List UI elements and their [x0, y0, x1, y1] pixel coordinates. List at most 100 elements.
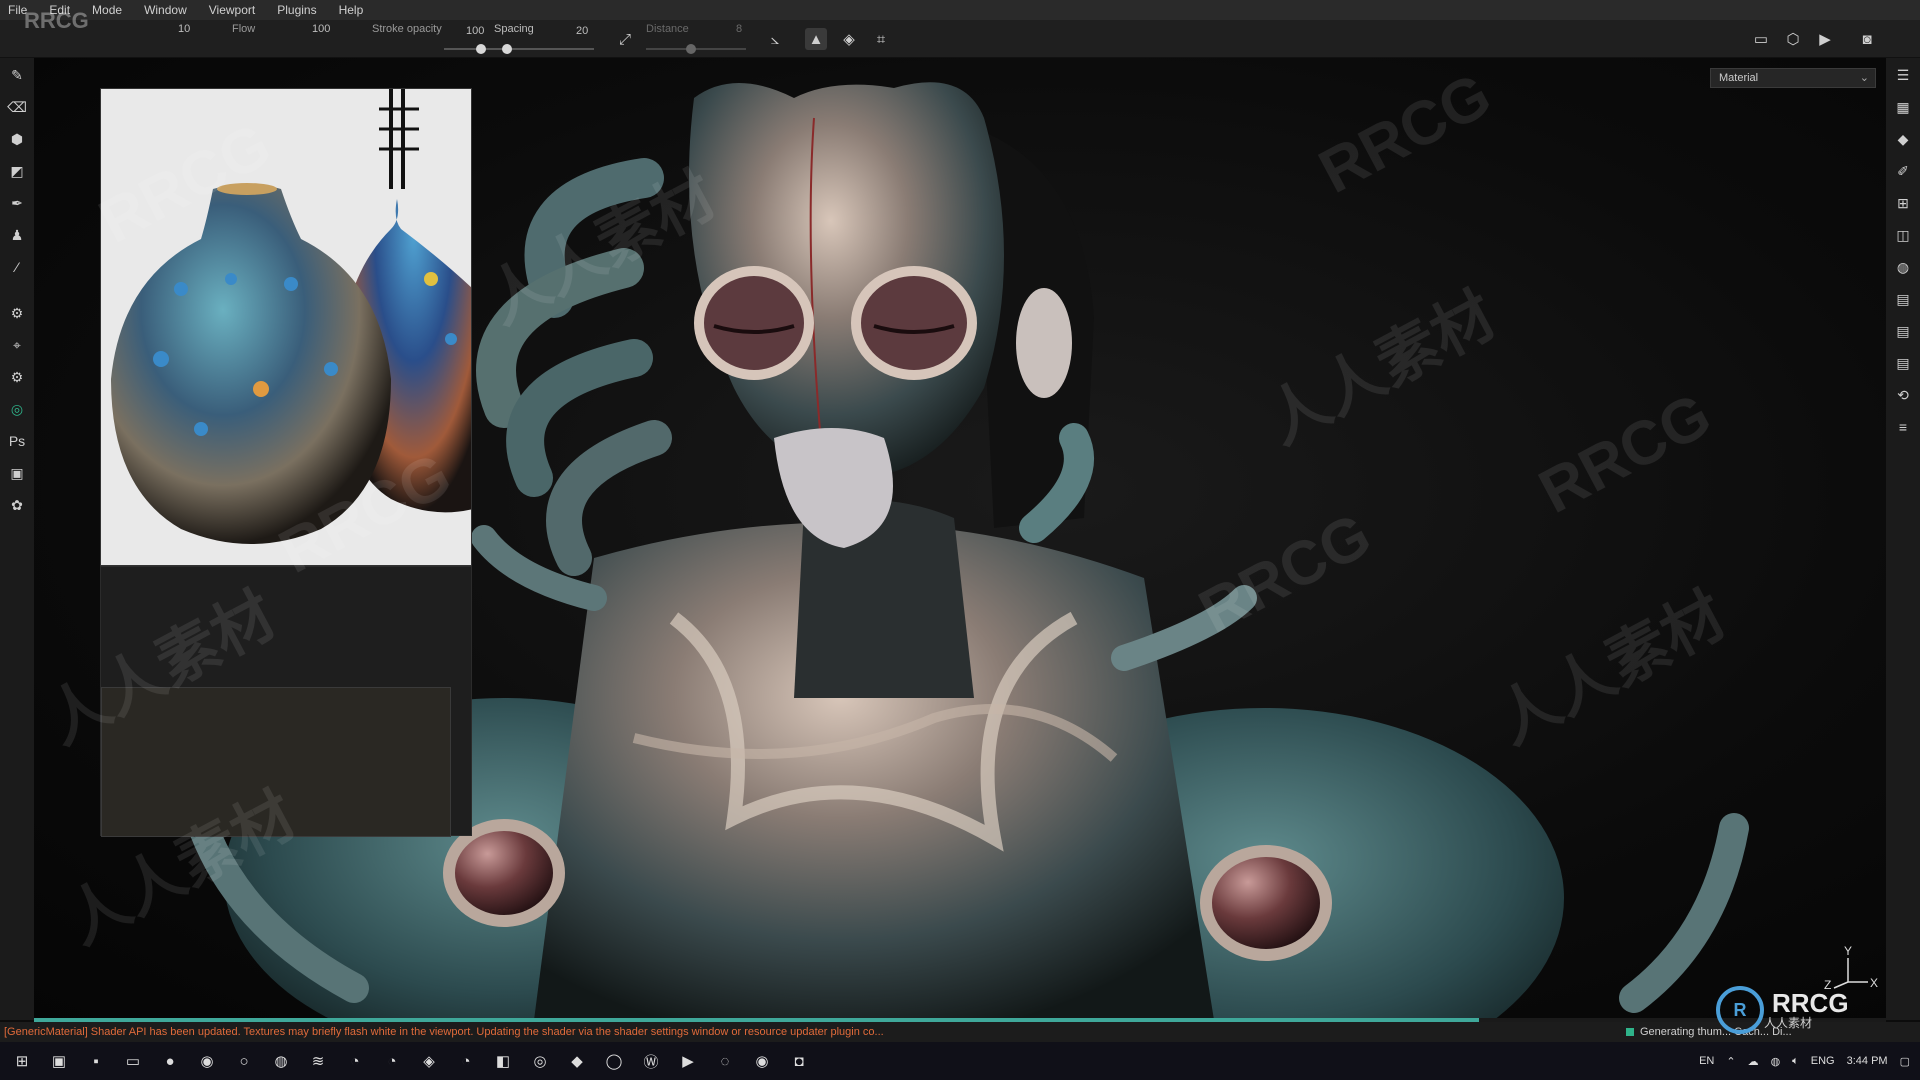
uv-icon[interactable]: ⊞	[1892, 192, 1914, 214]
blender-icon[interactable]: ◔	[340, 1046, 370, 1076]
flow-label: Flow	[232, 23, 256, 35]
clock[interactable]: 3:44 PM	[1847, 1055, 1888, 1067]
lazy-mouse-icon[interactable]: ⦣	[764, 28, 786, 50]
tray-chevron-icon[interactable]: ⌃	[1726, 1055, 1735, 1068]
camera-icon[interactable]: ▶	[1814, 28, 1836, 50]
menu-bar: File Edit Mode Window Viewport Plugins H…	[0, 0, 1920, 20]
status-bar: [GenericMaterial] Shader API has been up…	[0, 1022, 1920, 1042]
app-icon[interactable]: ◘	[784, 1046, 814, 1076]
materials-icon[interactable]: ▦	[1892, 96, 1914, 118]
eraser-icon[interactable]: ⌫	[6, 96, 28, 118]
app-icon[interactable]: ◎	[525, 1046, 555, 1076]
app-icon[interactable]: ●	[155, 1046, 185, 1076]
export-icon[interactable]: ▣	[6, 462, 28, 484]
transform-icon[interactable]: ⌗	[870, 28, 892, 50]
distance-value: 8	[736, 23, 743, 35]
mirror-icon[interactable]: ◈	[838, 28, 860, 50]
task-view-icon[interactable]: ▣	[44, 1046, 74, 1076]
size-value: 10	[178, 23, 191, 35]
photoshop-icon[interactable]: Ps	[6, 430, 28, 452]
stroke-opacity-slider[interactable]	[444, 44, 494, 54]
app-icon[interactable]: ○	[229, 1046, 259, 1076]
grid-icon[interactable]: ▤	[1892, 288, 1914, 310]
cube-icon[interactable]: ⬡	[1782, 28, 1804, 50]
app-icon[interactable]: ◉	[747, 1046, 777, 1076]
3d-viewport[interactable]: RRCG 人人素材 RRCG 人人素材 RRCG 人人素材 RRCG 人人素材 …	[34, 58, 1886, 1020]
reference-image-panel[interactable]	[100, 88, 472, 566]
sync-icon[interactable]: ◎	[6, 398, 28, 420]
volume-icon[interactable]: 🔈︎	[1792, 1055, 1799, 1068]
file-explorer-icon[interactable]: ▭	[118, 1046, 148, 1076]
start-icon[interactable]: ⊞	[7, 1046, 37, 1076]
log-icon[interactable]: ≡	[1892, 416, 1914, 438]
menu-viewport[interactable]: Viewport	[209, 3, 255, 17]
distance-slider[interactable]	[646, 44, 746, 54]
layers-icon[interactable]: ☰	[1892, 64, 1914, 86]
network-icon[interactable]: ◍	[1771, 1055, 1781, 1068]
link-icon[interactable]: ⤢	[614, 28, 636, 50]
app-icon[interactable]: ◧	[488, 1046, 518, 1076]
distance-label: Distance	[646, 23, 689, 35]
chrome-icon[interactable]: ◉	[192, 1046, 222, 1076]
slider-knob[interactable]	[476, 44, 486, 54]
reference-panel-lower	[100, 566, 472, 837]
reference-vases-image	[101, 89, 471, 565]
screenshot-icon[interactable]: ◙	[1856, 28, 1878, 50]
input-language[interactable]: EN	[1699, 1055, 1714, 1067]
menu-plugins[interactable]: Plugins	[277, 3, 316, 17]
status-message[interactable]: [GenericMaterial] Shader API has been up…	[4, 1026, 884, 1038]
plugin-icon[interactable]: ✿	[6, 494, 28, 516]
menu-help[interactable]: Help	[339, 3, 364, 17]
app-icon[interactable]: ≋	[303, 1046, 333, 1076]
chevron-down-icon: ⌄	[1859, 72, 1869, 84]
cloud-icon[interactable]: ☁	[1748, 1055, 1759, 1068]
blender-icon[interactable]: ◔	[377, 1046, 407, 1076]
projection-icon[interactable]: ⬢	[6, 128, 28, 150]
texture-set-icon[interactable]: ◫	[1892, 224, 1914, 246]
shading-mode-value: Material	[1719, 72, 1759, 84]
list-icon[interactable]: ▤	[1892, 352, 1914, 374]
environment-icon[interactable]: ◍	[1892, 256, 1914, 278]
history-icon[interactable]: ⟲	[1892, 384, 1914, 406]
brand-logo: R RRCG 人人素材	[1716, 982, 1906, 1038]
color-picker-icon[interactable]: ⁄	[6, 256, 28, 278]
menu-window[interactable]: Window	[144, 3, 187, 17]
shading-mode-dropdown[interactable]: Material ⌄	[1710, 68, 1876, 88]
bake-icon[interactable]: ⚙	[6, 302, 28, 324]
settings-icon[interactable]: ⚙	[6, 366, 28, 388]
app-icon[interactable]: ◯	[599, 1046, 629, 1076]
logo-icon: R	[1716, 986, 1764, 1034]
app-icon[interactable]: ◍	[266, 1046, 296, 1076]
app-icon[interactable]: ◌	[710, 1046, 740, 1076]
keyboard-language[interactable]: ENG	[1811, 1055, 1835, 1067]
app-icon[interactable]: ◔	[451, 1046, 481, 1076]
app-icon[interactable]: Ⓦ	[636, 1046, 666, 1076]
measure-icon[interactable]: ⌖	[6, 334, 28, 356]
left-toolbar: ✎ ⌫ ⬢ ◩ ✒ ♟ ⁄ ⚙ ⌖ ⚙ ◎ Ps ▣ ✿	[0, 58, 34, 1020]
right-panel-strip: ☰ ▦ ◆ ✐ ⊞ ◫ ◍ ▤ ▤ ▤ ⟲ ≡	[1886, 58, 1920, 1020]
slider-knob[interactable]	[502, 44, 512, 54]
brush-settings-icon[interactable]: ✐	[1892, 160, 1914, 182]
app-icon[interactable]: ◆	[562, 1046, 592, 1076]
media-player-icon[interactable]: ▶	[673, 1046, 703, 1076]
paint-brush-icon[interactable]: ✎	[6, 64, 28, 86]
smudge-icon[interactable]: ✒	[6, 192, 28, 214]
table-icon[interactable]: ▤	[1892, 320, 1914, 342]
texture-swatch[interactable]	[101, 687, 451, 837]
corner-watermark: RRCG	[24, 8, 89, 33]
stroke-opacity-value: 100	[466, 25, 485, 37]
clone-stamp-icon[interactable]: ♟	[6, 224, 28, 246]
notification-icon[interactable]: ▢	[1900, 1055, 1910, 1068]
slider-knob[interactable]	[686, 44, 696, 54]
logo-name: RRCG	[1772, 988, 1849, 1018]
menu-mode[interactable]: Mode	[92, 3, 122, 17]
spacing-value: 20	[576, 25, 589, 37]
app-icon[interactable]: ▪	[81, 1046, 111, 1076]
spacing-slider[interactable]	[494, 44, 594, 54]
stack-icon[interactable]: ◆	[1892, 128, 1914, 150]
axis-y-label: Y	[1844, 944, 1853, 958]
view-2d-icon[interactable]: ▭	[1750, 28, 1772, 50]
symmetry-icon[interactable]: ▲	[805, 28, 827, 50]
polyfill-icon[interactable]: ◩	[6, 160, 28, 182]
app-icon[interactable]: ◈	[414, 1046, 444, 1076]
